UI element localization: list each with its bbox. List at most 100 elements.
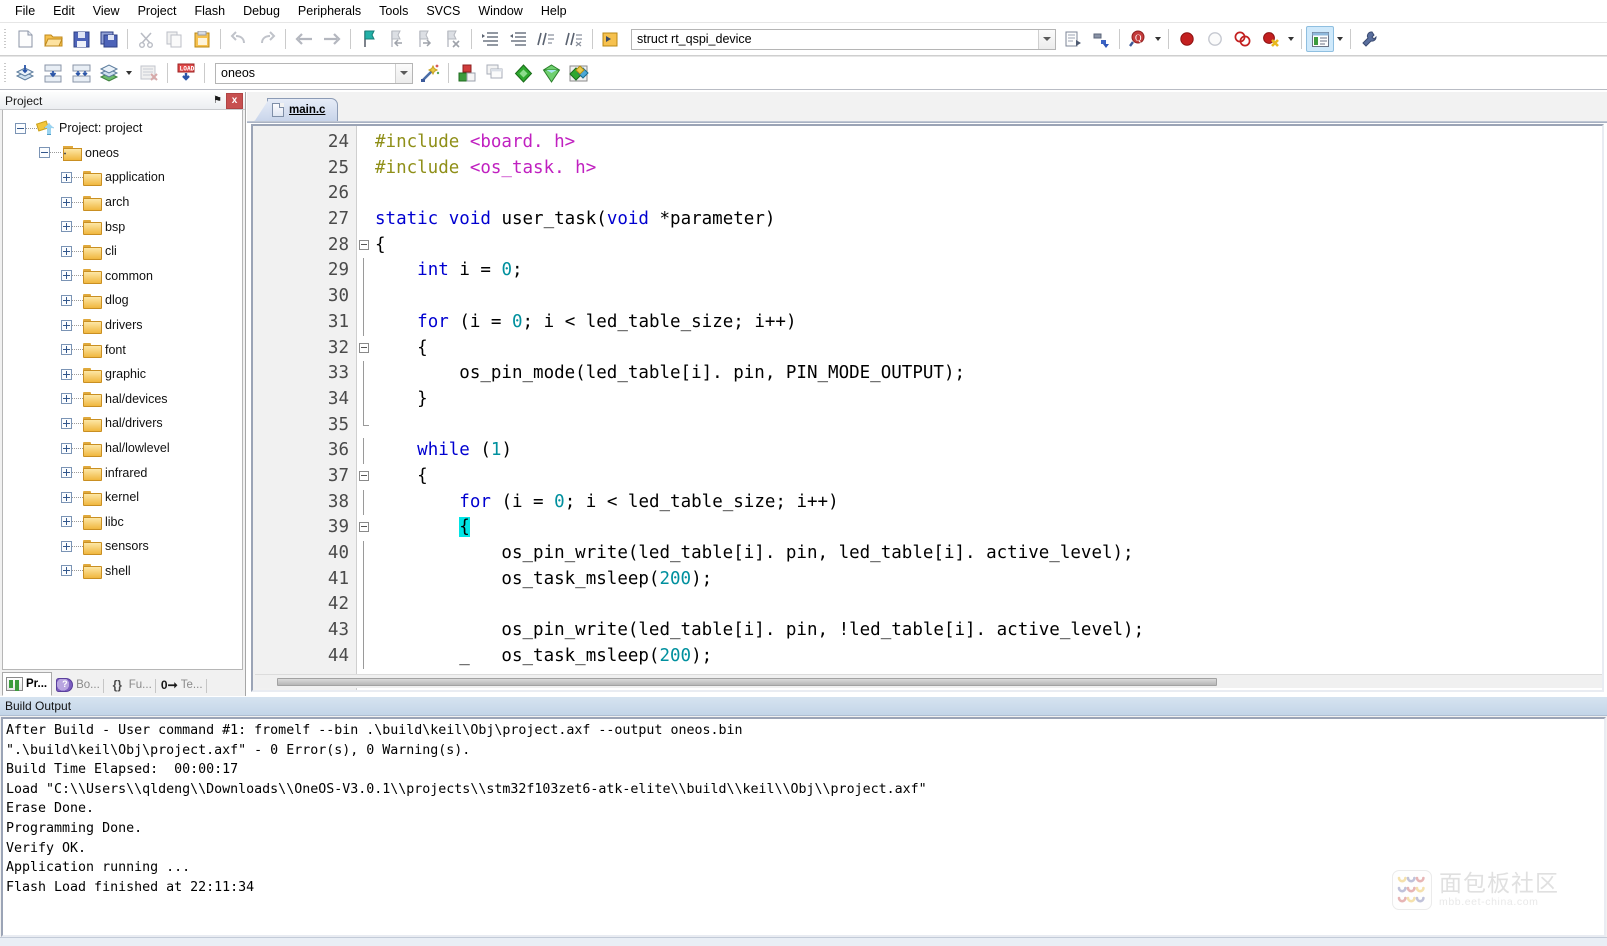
menu-item-help[interactable]: Help (532, 2, 576, 20)
translate-layers-icon[interactable] (11, 60, 39, 86)
scissors-icon[interactable] (132, 26, 160, 52)
code-line[interactable]: 38 for (i = 0; i < led_table_size; i++) (253, 489, 1602, 516)
multi-window-icon[interactable] (481, 60, 509, 86)
bookmark-prev-icon[interactable] (383, 26, 411, 52)
tree-item-sensors[interactable]: sensors (3, 534, 242, 559)
expand-icon[interactable] (61, 245, 72, 257)
menu-item-edit[interactable]: Edit (44, 2, 84, 20)
tab-templates[interactable]: 0➞ Te... (157, 674, 208, 696)
tree-item-libc[interactable]: libc (3, 510, 242, 535)
indent-left-icon[interactable] (504, 26, 532, 52)
code-line[interactable]: 27 static void user_task(void *parameter) (253, 207, 1602, 233)
chevron-down-icon-bp[interactable] (1285, 26, 1297, 52)
expand-icon[interactable] (61, 196, 72, 208)
code-line[interactable]: 28 { (253, 233, 1602, 259)
code-line[interactable]: 26 (253, 181, 1602, 207)
code-line[interactable]: 25 #include <os_task. h> (253, 156, 1602, 182)
load-flash-icon[interactable]: LOAD (172, 60, 200, 86)
collapse-icon[interactable] (39, 147, 50, 159)
menu-item-project[interactable]: Project (129, 2, 186, 20)
expand-icon[interactable] (61, 417, 72, 429)
tree-item-kernel[interactable]: kernel (3, 485, 242, 510)
expand-icon[interactable] (61, 368, 72, 380)
bookmark-flag-icon[interactable] (355, 26, 383, 52)
tree-item-dlog[interactable]: dlog (3, 288, 242, 313)
arrow-right-icon[interactable] (318, 26, 346, 52)
editor-tab-main-c[interactable]: main.c (267, 98, 339, 121)
code-line[interactable]: 42 (253, 592, 1602, 619)
tab-books[interactable]: Bo... (52, 674, 105, 696)
expand-icon[interactable] (61, 270, 72, 282)
chevron-down-icon[interactable] (1038, 29, 1055, 49)
code-line[interactable]: 31 for (i = 0; i < led_table_size; i++) (253, 309, 1602, 336)
fold-collapse-icon[interactable] (359, 342, 369, 353)
two-rings-breakpoint-icon[interactable] (1229, 26, 1257, 52)
expand-icon[interactable] (61, 467, 72, 479)
code-content[interactable]: 24 #include <board. h> 25 #include <os_task… (253, 130, 1602, 670)
menu-item-svcs[interactable]: SVCS (417, 2, 469, 20)
collapse-icon[interactable] (15, 122, 26, 134)
menu-item-file[interactable]: File (6, 2, 44, 20)
batch-build-icon[interactable] (95, 60, 123, 86)
menu-item-peripherals[interactable]: Peripherals (289, 2, 370, 20)
expand-icon[interactable] (61, 393, 72, 405)
rebuild-all-icon[interactable] (67, 60, 95, 86)
funnel-icon[interactable] (537, 60, 565, 86)
tree-item-hal-lowlevel[interactable]: hal/lowlevel (3, 436, 242, 461)
tree-item-hal-devices[interactable]: hal/devices (3, 387, 242, 412)
toolbar-grip[interactable] (2, 28, 9, 50)
code-line[interactable]: 41 os_task_msleep(200); (253, 566, 1602, 593)
tree-item-bsp[interactable]: bsp (3, 214, 242, 239)
clipboard-paste-icon[interactable] (188, 26, 216, 52)
tab-functions[interactable]: {} Fu... (105, 674, 157, 696)
chevron-down-icon-window[interactable] (1334, 26, 1346, 52)
components-blocks-icon[interactable] (453, 60, 481, 86)
code-line[interactable]: 29 int i = 0; (253, 258, 1602, 285)
code-line[interactable]: 44 _ os_task_msleep(200); (253, 643, 1602, 670)
code-line[interactable]: 30 (253, 284, 1602, 310)
build-down-icon[interactable] (39, 60, 67, 86)
menu-item-debug[interactable]: Debug (234, 2, 289, 20)
comment-lines-icon[interactable] (532, 26, 560, 52)
code-line[interactable]: 36 while (1) (253, 438, 1602, 464)
tree-item-shell[interactable]: shell (3, 559, 242, 584)
uncomment-lines-icon[interactable] (560, 26, 588, 52)
tree-item-project[interactable]: Project: project (3, 116, 242, 141)
chevron-down-icon-target[interactable] (395, 63, 412, 83)
expand-icon[interactable] (61, 540, 72, 552)
code-line[interactable]: 24 #include <board. h> (253, 130, 1602, 156)
expand-icon[interactable] (61, 442, 72, 454)
wrench-icon[interactable] (1355, 26, 1383, 52)
floppy-save-icon[interactable] (67, 26, 95, 52)
chevron-down-icon-find[interactable] (1152, 26, 1164, 52)
code-line[interactable]: 35 (253, 412, 1602, 439)
fold-collapse-icon[interactable] (359, 239, 369, 250)
build-output-log[interactable]: After Build - User command #1: fromelf -… (1, 717, 1606, 937)
expand-icon[interactable] (61, 319, 72, 331)
indent-right-icon[interactable] (476, 26, 504, 52)
tree-item-hal-drivers[interactable]: hal/drivers (3, 411, 242, 436)
redo-arrow-icon[interactable] (253, 26, 281, 52)
pack-manage-icon[interactable] (565, 60, 593, 86)
expand-icon[interactable] (61, 516, 72, 528)
menu-item-flash[interactable]: Flash (185, 2, 234, 20)
magic-wand-icon[interactable] (416, 60, 444, 86)
expand-icon[interactable] (61, 491, 72, 503)
code-line[interactable]: 32 { (253, 336, 1602, 362)
code-line[interactable]: 34 } (253, 386, 1602, 413)
chevron-down-icon-batch[interactable] (123, 60, 135, 86)
expand-icon[interactable] (61, 294, 72, 306)
expand-icon[interactable] (61, 344, 72, 356)
menu-item-tools[interactable]: Tools (370, 2, 417, 20)
target-select-combo[interactable]: oneos (215, 62, 413, 84)
document-browse-icon[interactable] (597, 26, 625, 52)
tree-item-graphic[interactable]: graphic (3, 362, 242, 387)
undo-arrow-icon[interactable] (225, 26, 253, 52)
save-all-icon[interactable] (95, 26, 123, 52)
menu-item-window[interactable]: Window (469, 2, 531, 20)
hammer-target-icon[interactable] (1087, 26, 1115, 52)
project-tree[interactable]: Project: project oneos application arch (2, 110, 243, 670)
fold-collapse-icon[interactable] (359, 522, 369, 533)
code-horizontal-scrollbar[interactable] (255, 674, 1602, 688)
document-browse-icon-2[interactable] (1059, 26, 1087, 52)
